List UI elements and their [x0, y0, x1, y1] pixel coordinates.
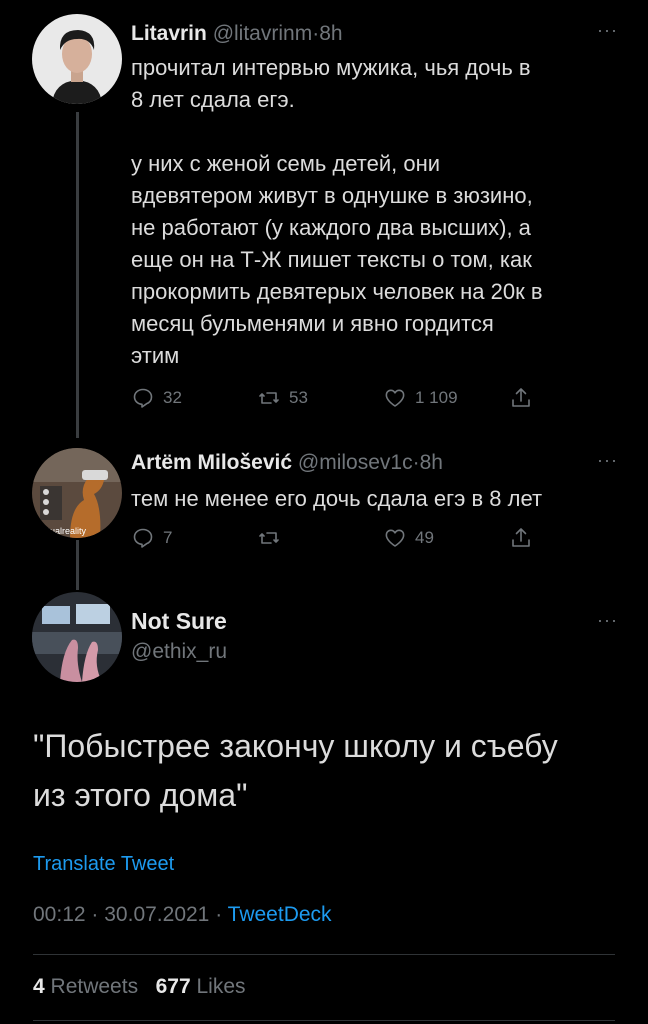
thread-line	[76, 540, 79, 590]
retweet-icon	[259, 392, 279, 404]
retweets-stat[interactable]: 4 Retweets	[33, 975, 144, 998]
more-options-button[interactable]: ···	[597, 610, 618, 631]
likes-stat[interactable]: 677 Likes	[156, 975, 246, 998]
avatar-photo	[32, 14, 122, 104]
retweet-button[interactable]: 53	[257, 386, 308, 410]
separator-dot: ·	[412, 451, 420, 474]
author-handle[interactable]: @ethix_ru	[131, 640, 227, 664]
author-name[interactable]: Artëm Milošević	[131, 451, 292, 474]
tweet-time[interactable]: 8h	[420, 451, 443, 474]
main-tweet-text: "Побыстрее закончу школу и съебу из этог…	[33, 728, 558, 813]
avatar-artem[interactable]: virtualreality	[32, 448, 122, 538]
like-count: 1 109	[415, 388, 458, 407]
source-link[interactable]: TweetDeck	[228, 903, 332, 926]
reply-icon	[133, 528, 153, 548]
tweet-date: 30.07.2021	[104, 903, 210, 926]
share-button[interactable]	[509, 526, 533, 550]
reply-count: 7	[163, 528, 173, 547]
author-name[interactable]: Not Sure	[131, 608, 227, 635]
share-button[interactable]	[509, 386, 533, 410]
avatar-photo	[32, 592, 122, 682]
author-handle[interactable]: @litavrinm	[213, 22, 313, 45]
tweet-text: прочитал интервью мужика, чья дочь в 8 л…	[131, 55, 543, 368]
retweet-icon	[259, 532, 279, 544]
heart-icon	[385, 529, 405, 547]
avatar-caption: virtualreality	[38, 526, 87, 536]
tweet-meta: 00:12 · 30.07.2021 · TweetDeck	[33, 903, 332, 927]
avatar-photo	[32, 448, 122, 538]
likes-label: Likes	[196, 975, 246, 998]
author-name[interactable]: Litavrin	[131, 22, 207, 45]
thread-line	[76, 112, 79, 438]
avatar-not-sure[interactable]	[32, 592, 122, 682]
tweet-header: Litavrin @litavrinm·8h	[131, 22, 343, 46]
likes-count: 677	[155, 975, 191, 998]
retweet-button[interactable]	[257, 526, 281, 550]
divider	[33, 1020, 615, 1021]
tweet-time: 00:12	[33, 903, 86, 926]
like-count: 49	[415, 528, 434, 547]
retweets-count: 4	[33, 975, 45, 998]
avatar-litavrin[interactable]	[32, 14, 122, 104]
more-options-button[interactable]: ···	[597, 20, 618, 41]
reply-button[interactable]: 32	[131, 386, 182, 410]
tweet-actions: 7 49	[131, 526, 551, 556]
retweet-count: 53	[289, 388, 308, 407]
tweet-time[interactable]: 8h	[319, 22, 342, 45]
like-button[interactable]: 49	[383, 526, 434, 550]
tweet-header: Artëm Milošević @milosev1c·8h	[131, 451, 443, 475]
reply-count: 32	[163, 388, 182, 407]
more-options-button[interactable]: ···	[597, 450, 618, 471]
heart-icon	[385, 389, 405, 407]
author-handle[interactable]: @milosev1c	[298, 451, 413, 474]
translate-tweet-link[interactable]: Translate Tweet	[33, 853, 174, 876]
share-icon	[512, 388, 530, 407]
separator-dot: ·	[215, 903, 223, 926]
tweet-text: тем не менее его дочь сдала егэ в 8 лет	[131, 486, 543, 511]
engagement-stats: 4 Retweets 677 Likes	[33, 975, 246, 999]
retweets-label: Retweets	[50, 975, 139, 998]
divider	[33, 954, 615, 955]
reply-button[interactable]: 7	[131, 526, 172, 550]
separator-dot: ·	[91, 903, 99, 926]
reply-icon	[133, 388, 153, 408]
share-icon	[512, 528, 530, 547]
like-button[interactable]: 1 109	[383, 386, 458, 410]
tweet-actions: 32 53 1 109	[131, 386, 551, 416]
